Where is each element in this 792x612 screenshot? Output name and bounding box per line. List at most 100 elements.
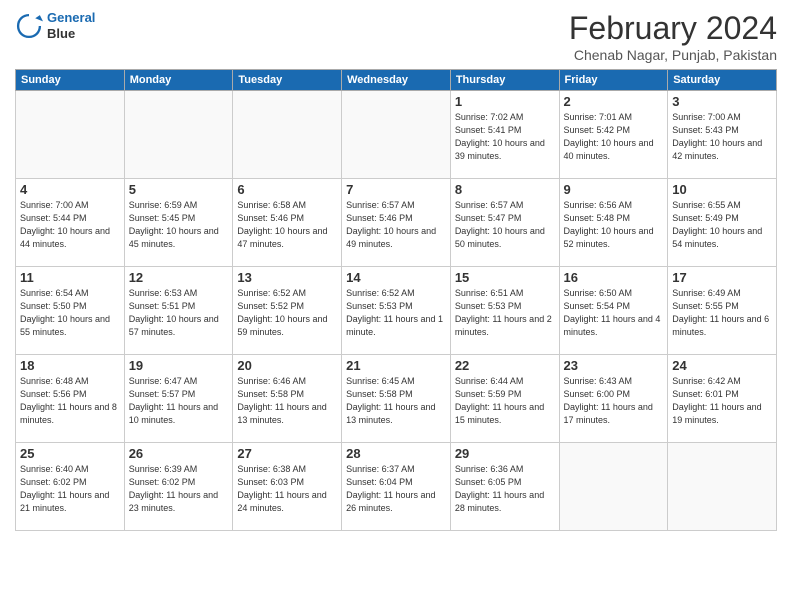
day-info: Sunrise: 6:44 AM Sunset: 5:59 PM Dayligh… — [455, 375, 555, 427]
day-info: Sunrise: 6:39 AM Sunset: 6:02 PM Dayligh… — [129, 463, 229, 515]
day-number: 12 — [129, 270, 229, 285]
day-info: Sunrise: 7:02 AM Sunset: 5:41 PM Dayligh… — [455, 111, 555, 163]
day-number: 15 — [455, 270, 555, 285]
calendar-cell: 23Sunrise: 6:43 AM Sunset: 6:00 PM Dayli… — [559, 355, 668, 443]
calendar-cell: 7 Sunrise: 6:57 AM Sunset: 5:46 PM Daylig… — [342, 179, 451, 267]
day-number: 28 — [346, 446, 446, 461]
calendar-cell: 6 Sunrise: 6:58 AM Sunset: 5:46 PM Daylig… — [233, 179, 342, 267]
calendar-cell: 16 Sunrise: 6:50 AM Sunset: 5:54 PM Dayli… — [559, 267, 668, 355]
calendar-cell: 14Sunrise: 6:52 AM Sunset: 5:53 PM Dayli… — [342, 267, 451, 355]
day-number: 22 — [455, 358, 555, 373]
calendar-header-row: SundayMondayTuesdayWednesdayThursdayFrid… — [16, 70, 777, 91]
calendar-cell: 9 Sunrise: 6:56 AM Sunset: 5:48 PM Daylig… — [559, 179, 668, 267]
day-info: Sunrise: 6:57 AM Sunset: 5:47 PM Dayligh… — [455, 199, 555, 251]
calendar-cell — [342, 91, 451, 179]
calendar-cell: 5 Sunrise: 6:59 AM Sunset: 5:45 PM Daylig… — [124, 179, 233, 267]
calendar-cell: 20Sunrise: 6:46 AM Sunset: 5:58 PM Dayli… — [233, 355, 342, 443]
day-header-tuesday: Tuesday — [233, 70, 342, 91]
day-info: Sunrise: 6:59 AM Sunset: 5:45 PM Dayligh… — [129, 199, 229, 251]
day-number: 14 — [346, 270, 446, 285]
calendar-cell — [233, 91, 342, 179]
calendar-cell: 11 Sunrise: 6:54 AM Sunset: 5:50 PM Dayli… — [16, 267, 125, 355]
day-number: 10 — [672, 182, 772, 197]
day-number: 27 — [237, 446, 337, 461]
week-row-4: 18 Sunrise: 6:48 AM Sunset: 5:56 PM Dayli… — [16, 355, 777, 443]
calendar-cell — [124, 91, 233, 179]
day-info: Sunrise: 6:52 AM Sunset: 5:52 PM Dayligh… — [237, 287, 337, 339]
day-number: 18 — [20, 358, 120, 373]
week-row-5: 25Sunrise: 6:40 AM Sunset: 6:02 PM Dayli… — [16, 443, 777, 531]
calendar-cell: 22 Sunrise: 6:44 AM Sunset: 5:59 PM Dayli… — [450, 355, 559, 443]
day-info: Sunrise: 7:00 AM Sunset: 5:43 PM Dayligh… — [672, 111, 772, 163]
location: Chenab Nagar, Punjab, Pakistan — [569, 47, 777, 63]
day-info: Sunrise: 6:36 AM Sunset: 6:05 PM Dayligh… — [455, 463, 555, 515]
calendar: SundayMondayTuesdayWednesdayThursdayFrid… — [15, 69, 777, 531]
logo: General Blue — [15, 10, 95, 41]
day-header-monday: Monday — [124, 70, 233, 91]
day-info: Sunrise: 6:49 AM Sunset: 5:55 PM Dayligh… — [672, 287, 772, 339]
calendar-cell: 1 Sunrise: 7:02 AM Sunset: 5:41 PM Daylig… — [450, 91, 559, 179]
day-number: 4 — [20, 182, 120, 197]
day-number: 11 — [20, 270, 120, 285]
day-number: 6 — [237, 182, 337, 197]
day-info: Sunrise: 6:55 AM Sunset: 5:49 PM Dayligh… — [672, 199, 772, 251]
calendar-cell: 2 Sunrise: 7:01 AM Sunset: 5:42 PM Daylig… — [559, 91, 668, 179]
day-number: 24 — [672, 358, 772, 373]
calendar-cell — [16, 91, 125, 179]
day-header-friday: Friday — [559, 70, 668, 91]
calendar-cell: 21 Sunrise: 6:45 AM Sunset: 5:58 PM Dayli… — [342, 355, 451, 443]
logo-text: General Blue — [47, 10, 95, 41]
calendar-cell — [559, 443, 668, 531]
day-number: 21 — [346, 358, 446, 373]
day-info: Sunrise: 6:56 AM Sunset: 5:48 PM Dayligh… — [564, 199, 664, 251]
day-number: 3 — [672, 94, 772, 109]
day-number: 17 — [672, 270, 772, 285]
calendar-cell: 24 Sunrise: 6:42 AM Sunset: 6:01 PM Dayli… — [668, 355, 777, 443]
day-info: Sunrise: 6:47 AM Sunset: 5:57 PM Dayligh… — [129, 375, 229, 427]
day-number: 25 — [20, 446, 120, 461]
day-info: Sunrise: 6:48 AM Sunset: 5:56 PM Dayligh… — [20, 375, 120, 427]
calendar-cell: 10 Sunrise: 6:55 AM Sunset: 5:49 PM Dayli… — [668, 179, 777, 267]
calendar-cell: 28 Sunrise: 6:37 AM Sunset: 6:04 PM Dayli… — [342, 443, 451, 531]
header: General Blue February 2024 Chenab Nagar,… — [15, 10, 777, 63]
calendar-cell: 25Sunrise: 6:40 AM Sunset: 6:02 PM Dayli… — [16, 443, 125, 531]
title-block: February 2024 Chenab Nagar, Punjab, Paki… — [569, 10, 777, 63]
day-info: Sunrise: 6:37 AM Sunset: 6:04 PM Dayligh… — [346, 463, 446, 515]
day-number: 20 — [237, 358, 337, 373]
logo-icon — [15, 12, 43, 40]
week-row-3: 11 Sunrise: 6:54 AM Sunset: 5:50 PM Dayli… — [16, 267, 777, 355]
calendar-cell: 18 Sunrise: 6:48 AM Sunset: 5:56 PM Dayli… — [16, 355, 125, 443]
day-header-sunday: Sunday — [16, 70, 125, 91]
day-number: 16 — [564, 270, 664, 285]
day-info: Sunrise: 7:01 AM Sunset: 5:42 PM Dayligh… — [564, 111, 664, 163]
day-number: 8 — [455, 182, 555, 197]
page: General Blue February 2024 Chenab Nagar,… — [0, 0, 792, 612]
day-number: 5 — [129, 182, 229, 197]
day-info: Sunrise: 6:57 AM Sunset: 5:46 PM Dayligh… — [346, 199, 446, 251]
day-info: Sunrise: 6:50 AM Sunset: 5:54 PM Dayligh… — [564, 287, 664, 339]
day-number: 29 — [455, 446, 555, 461]
day-info: Sunrise: 6:42 AM Sunset: 6:01 PM Dayligh… — [672, 375, 772, 427]
day-number: 1 — [455, 94, 555, 109]
calendar-cell: 4 Sunrise: 7:00 AM Sunset: 5:44 PM Daylig… — [16, 179, 125, 267]
day-number: 9 — [564, 182, 664, 197]
month-title: February 2024 — [569, 10, 777, 47]
day-info: Sunrise: 6:58 AM Sunset: 5:46 PM Dayligh… — [237, 199, 337, 251]
day-info: Sunrise: 6:43 AM Sunset: 6:00 PM Dayligh… — [564, 375, 664, 427]
week-row-1: 1 Sunrise: 7:02 AM Sunset: 5:41 PM Daylig… — [16, 91, 777, 179]
day-number: 19 — [129, 358, 229, 373]
day-header-thursday: Thursday — [450, 70, 559, 91]
calendar-cell: 19 Sunrise: 6:47 AM Sunset: 5:57 PM Dayli… — [124, 355, 233, 443]
day-info: Sunrise: 6:38 AM Sunset: 6:03 PM Dayligh… — [237, 463, 337, 515]
day-info: Sunrise: 7:00 AM Sunset: 5:44 PM Dayligh… — [20, 199, 120, 251]
day-info: Sunrise: 6:53 AM Sunset: 5:51 PM Dayligh… — [129, 287, 229, 339]
day-info: Sunrise: 6:51 AM Sunset: 5:53 PM Dayligh… — [455, 287, 555, 339]
calendar-cell: 12 Sunrise: 6:53 AM Sunset: 5:51 PM Dayli… — [124, 267, 233, 355]
calendar-cell: 15 Sunrise: 6:51 AM Sunset: 5:53 PM Dayli… — [450, 267, 559, 355]
calendar-cell — [668, 443, 777, 531]
day-info: Sunrise: 6:54 AM Sunset: 5:50 PM Dayligh… — [20, 287, 120, 339]
day-info: Sunrise: 6:45 AM Sunset: 5:58 PM Dayligh… — [346, 375, 446, 427]
day-number: 2 — [564, 94, 664, 109]
day-number: 7 — [346, 182, 446, 197]
day-number: 26 — [129, 446, 229, 461]
